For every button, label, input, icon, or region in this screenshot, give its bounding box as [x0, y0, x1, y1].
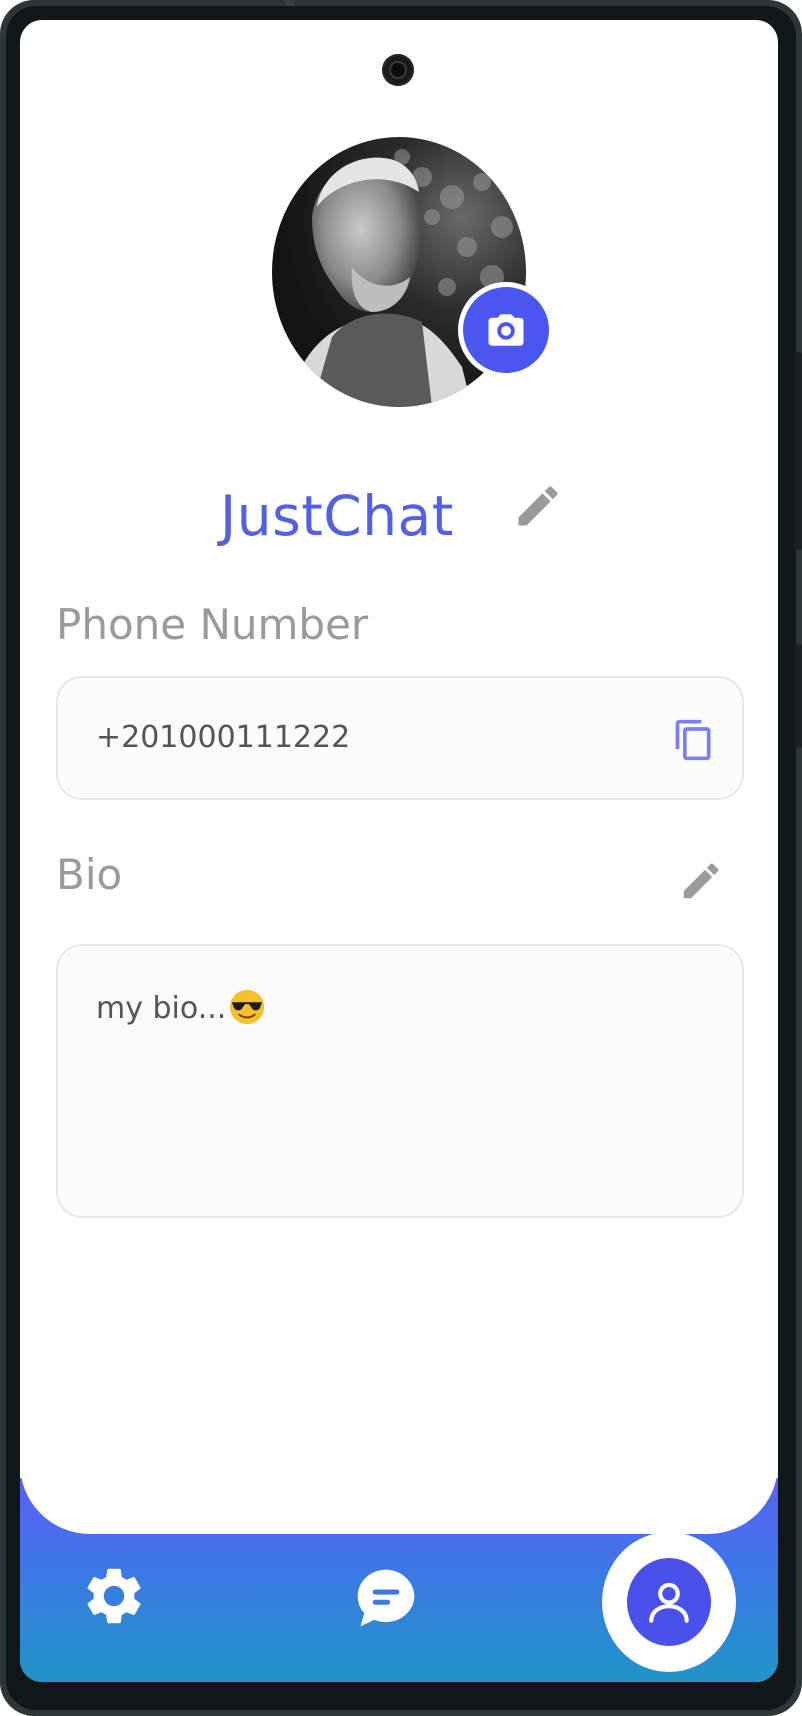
- profile-name: JustChat: [220, 484, 454, 548]
- device-side-button: [794, 352, 802, 550]
- sunglasses-emoji-icon: [230, 989, 265, 1025]
- device-side-button: [794, 644, 802, 748]
- change-photo-button[interactable]: [458, 282, 554, 378]
- pencil-icon: [518, 486, 558, 526]
- bio-label: Bio: [56, 850, 123, 899]
- phone-number-label: Phone Number: [56, 600, 369, 649]
- gear-icon: [87, 1568, 141, 1624]
- edit-bio-button[interactable]: [678, 858, 724, 904]
- chat-bubble-icon: [357, 1569, 415, 1627]
- edit-name-button[interactable]: [512, 480, 564, 532]
- nav-settings[interactable]: [80, 1562, 148, 1634]
- copy-icon: [675, 719, 711, 761]
- camera-icon: [488, 314, 524, 346]
- phone-number-value: +201000111222: [96, 720, 351, 755]
- phone-number-field: +201000111222: [56, 676, 744, 800]
- bio-field[interactable]: my bio...: [56, 944, 744, 1218]
- front-camera: [382, 54, 414, 86]
- nav-curve-mask: [20, 1398, 778, 1534]
- screen: JustChat Phone Number +201000111222 Bio …: [20, 20, 778, 1682]
- nav-profile-active[interactable]: [602, 1532, 736, 1672]
- pencil-icon: [683, 863, 719, 899]
- copy-phone-button[interactable]: [672, 718, 716, 762]
- person-icon: [649, 1582, 689, 1623]
- nav-chats[interactable]: [352, 1564, 420, 1636]
- bio-value: my bio...: [96, 988, 266, 1026]
- bio-text: my bio...: [96, 991, 227, 1026]
